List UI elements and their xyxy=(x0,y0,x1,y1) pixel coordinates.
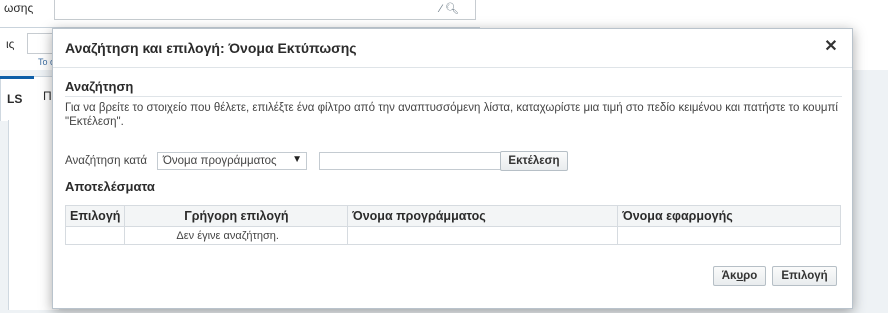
background-tab-next[interactable]: Π xyxy=(43,89,52,103)
results-section-heading: Αποτελέσματα xyxy=(65,179,155,194)
column-header-quick-select[interactable]: Γρήγορη επιλογή xyxy=(124,205,349,227)
search-select-dialog: Αναζήτηση και επιλογή: Όνομα Εκτύπωσης ✕… xyxy=(52,28,853,309)
cancel-label-prefix: Άκ xyxy=(721,270,737,282)
background-field-label: ωσης xyxy=(4,1,34,15)
background-input-2[interactable] xyxy=(27,33,55,54)
search-by-selected-value: Όνομα προγράμματος xyxy=(163,155,277,167)
column-header-select[interactable]: Επιλογή xyxy=(64,205,126,227)
dialog-title: Αναζήτηση και επιλογή: Όνομα Εκτύπωσης xyxy=(65,40,357,56)
background-field-label-2: ις xyxy=(6,37,15,51)
cancel-button[interactable]: Άκυρο xyxy=(713,266,766,286)
table-cell xyxy=(347,226,619,245)
table-cell xyxy=(617,226,841,245)
table-cell xyxy=(64,226,126,245)
table-row: Δεν έγινε αναζήτηση. xyxy=(64,226,841,245)
chevron-down-icon: ▼ xyxy=(292,154,302,165)
dialog-header: Αναζήτηση και επιλογή: Όνομα Εκτύπωσης ✕ xyxy=(53,29,852,68)
search-by-select[interactable]: Όνομα προγράμματος ▼ xyxy=(157,152,307,170)
search-instructions: Για να βρείτε το στοιχείο που θέλετε, επ… xyxy=(65,102,838,128)
results-table: Επιλογή Γρήγορη επιλογή Όνομα προγράμματ… xyxy=(64,205,841,245)
background-tab-active[interactable]: LS xyxy=(0,76,34,120)
search-section-heading: Αναζήτηση xyxy=(65,79,134,94)
search-icon[interactable]: ⁄ 🔍︎ xyxy=(440,2,459,15)
empty-results-message: Δεν έγινε αναζήτηση. xyxy=(124,226,349,245)
column-header-application-name[interactable]: Όνομα εφαρμογής xyxy=(617,205,841,227)
search-by-label: Αναζήτηση κατά xyxy=(65,155,148,167)
close-icon[interactable]: ✕ xyxy=(822,38,840,56)
background-lov-input[interactable] xyxy=(54,0,476,20)
cancel-label-suffix: ρο xyxy=(743,270,758,282)
select-button[interactable]: Επιλογή xyxy=(772,266,837,286)
execute-button[interactable]: Εκτέλεση xyxy=(500,151,568,171)
section-divider xyxy=(65,96,842,97)
background-tab-label: LS xyxy=(7,92,23,106)
results-header-row: Επιλογή Γρήγορη επιλογή Όνομα προγράμματ… xyxy=(64,205,841,227)
search-value-input[interactable] xyxy=(319,152,506,170)
column-header-program-name[interactable]: Όνομα προγράμματος xyxy=(347,205,619,227)
